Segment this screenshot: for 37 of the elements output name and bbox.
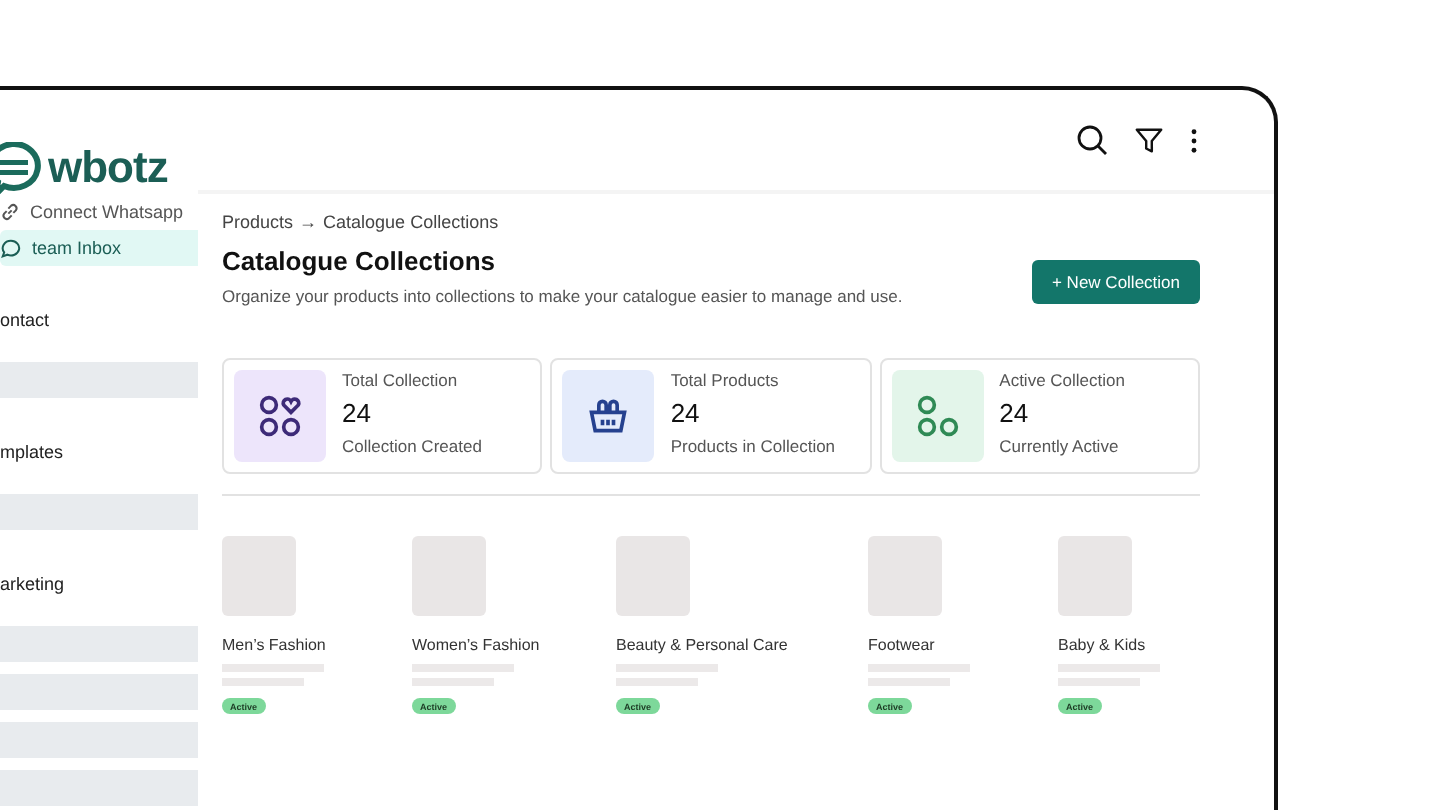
sidebar-item[interactable]: ontact (0, 302, 198, 338)
collection-name[interactable]: Men’s Fashion (222, 636, 326, 654)
stat-label: Active Collection (999, 370, 1125, 390)
sidebar-item[interactable]: Connect Whatsapp (0, 194, 198, 230)
stat-label: Total Products (670, 370, 781, 390)
stat-caption: Collection Created (342, 436, 482, 456)
link-icon (0, 202, 20, 222)
breadcrumb-current: Catalogue Collections (323, 212, 499, 232)
breadcrumb-link[interactable]: Products (222, 212, 294, 232)
collection-thumbnail[interactable] (616, 536, 690, 616)
stat-value: 24 (670, 398, 702, 428)
stat-value: 24 (999, 398, 1031, 428)
more-icon[interactable] (1190, 127, 1198, 153)
stat-value: 24 (342, 398, 373, 428)
filter-icon[interactable] (1134, 125, 1164, 155)
page-title: Catalogue Collections (222, 246, 498, 276)
chat-bubble-icon (0, 142, 44, 194)
new-collection-button[interactable]: + New Collection (1031, 260, 1200, 304)
brand-name: wbotz (48, 142, 168, 194)
sidebar-item[interactable]: mplates (0, 434, 198, 470)
stat-label: Total Collection (342, 370, 460, 390)
sidebar-item[interactable]: arketing (0, 566, 198, 602)
collection-name[interactable]: Beauty & Personal Care (616, 636, 788, 654)
chat-icon (0, 237, 22, 259)
stat-caption: Currently Active (999, 436, 1121, 456)
collection-name[interactable]: Baby & Kids (1058, 636, 1146, 654)
search-icon[interactable] (1076, 124, 1108, 156)
collection-thumbnail[interactable] (868, 536, 942, 616)
collection-thumbnail[interactable] (412, 536, 486, 616)
collection-thumbnail[interactable] (222, 536, 296, 616)
stat-caption: Products in Collection (670, 436, 836, 456)
breadcrumb-separator: → (299, 212, 318, 232)
collection-thumbnail[interactable] (1058, 536, 1132, 616)
sidebar-item[interactable]: team Inbox (0, 230, 198, 266)
collection-name[interactable]: Footwear (868, 636, 935, 654)
collection-name[interactable]: Women’s Fashion (412, 636, 540, 654)
page-subtitle: Organize your products into collections to make your catalogue easier to manage and use. (222, 286, 903, 306)
